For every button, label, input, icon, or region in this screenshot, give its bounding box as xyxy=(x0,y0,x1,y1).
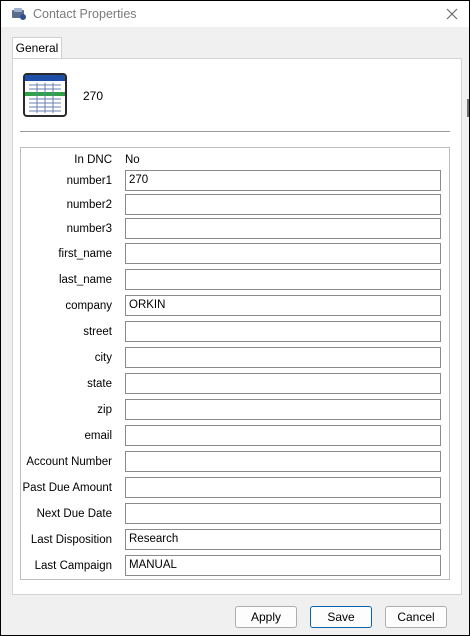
last-disposition-input[interactable]: Research xyxy=(125,529,441,550)
field-label: Last Campaign xyxy=(34,560,112,572)
field-row-account-number: Account Number xyxy=(21,451,451,473)
tab-general[interactable]: General xyxy=(12,37,62,59)
email-input[interactable] xyxy=(125,425,441,446)
field-label: number3 xyxy=(66,223,112,235)
field-row-email: email xyxy=(21,425,451,447)
field-row-company: company ORKIN xyxy=(21,295,451,317)
field-row-last-name: last_name xyxy=(21,269,451,291)
field-row-number1: number1 270 xyxy=(21,170,451,192)
field-label: number2 xyxy=(66,199,112,211)
field-row-in-dnc: In DNC No xyxy=(21,149,451,171)
scrollbar-fragment xyxy=(467,99,469,117)
field-label: Past Due Amount xyxy=(22,482,113,494)
field-label: state xyxy=(87,378,112,390)
header-divider xyxy=(20,131,450,132)
general-tab-panel: 270 In DNC No number1 270 number2 number… xyxy=(12,58,462,595)
contact-display-name: 270 xyxy=(83,89,104,103)
field-row-zip: zip xyxy=(21,399,451,421)
field-label: street xyxy=(83,326,112,338)
close-button[interactable] xyxy=(439,3,465,25)
contact-app-icon xyxy=(11,7,27,21)
field-label: In DNC xyxy=(74,154,112,166)
field-label: company xyxy=(65,300,112,312)
in-dnc-value: No xyxy=(125,154,140,166)
field-row-street: street xyxy=(21,321,451,343)
field-row-city: city xyxy=(21,347,451,369)
field-label: zip xyxy=(97,404,112,416)
field-label: last_name xyxy=(58,274,112,286)
apply-button[interactable]: Apply xyxy=(235,606,297,628)
field-label: Last Disposition xyxy=(30,534,112,546)
state-input[interactable] xyxy=(125,373,441,394)
field-row-state: state xyxy=(21,373,451,395)
next-due-date-input[interactable] xyxy=(125,503,441,524)
field-row-number2: number2 xyxy=(21,194,451,216)
last-campaign-input[interactable]: MANUAL xyxy=(125,555,441,576)
field-label: email xyxy=(84,430,112,442)
number2-input[interactable] xyxy=(125,194,441,215)
field-row-last-campaign: Last Campaign MANUAL xyxy=(21,555,451,577)
field-label: number1 xyxy=(66,175,112,187)
street-input[interactable] xyxy=(125,321,441,342)
field-row-number3: number3 xyxy=(21,218,451,240)
field-row-first-name: first_name xyxy=(21,243,451,265)
field-label: Account Number xyxy=(26,456,112,468)
last-name-input[interactable] xyxy=(125,269,441,290)
field-row-past-due-amount: Past Due Amount xyxy=(21,477,451,499)
title-bar: Contact Properties xyxy=(1,1,469,27)
tab-strip: General xyxy=(1,27,469,59)
cancel-button[interactable]: Cancel xyxy=(385,606,447,628)
account-number-input[interactable] xyxy=(125,451,441,472)
first-name-input[interactable] xyxy=(125,243,441,264)
field-row-last-disposition: Last Disposition Research xyxy=(21,529,451,551)
save-button[interactable]: Save xyxy=(310,606,372,628)
number3-input[interactable] xyxy=(125,218,441,239)
zip-input[interactable] xyxy=(125,399,441,420)
field-label: city xyxy=(94,352,112,364)
close-icon xyxy=(446,8,458,20)
city-input[interactable] xyxy=(125,347,441,368)
contact-properties-window: Contact Properties General 270 In DNC No… xyxy=(0,0,470,636)
past-due-amount-input[interactable] xyxy=(125,477,441,498)
window-title: Contact Properties xyxy=(33,7,137,21)
contact-fields-group: In DNC No number1 270 number2 number3 fi… xyxy=(20,147,450,580)
company-input[interactable]: ORKIN xyxy=(125,295,441,316)
number1-input[interactable]: 270 xyxy=(125,170,441,191)
spreadsheet-card-icon xyxy=(23,73,67,117)
field-label: first_name xyxy=(58,248,112,260)
field-row-next-due-date: Next Due Date xyxy=(21,503,451,525)
field-label: Next Due Date xyxy=(36,508,112,520)
